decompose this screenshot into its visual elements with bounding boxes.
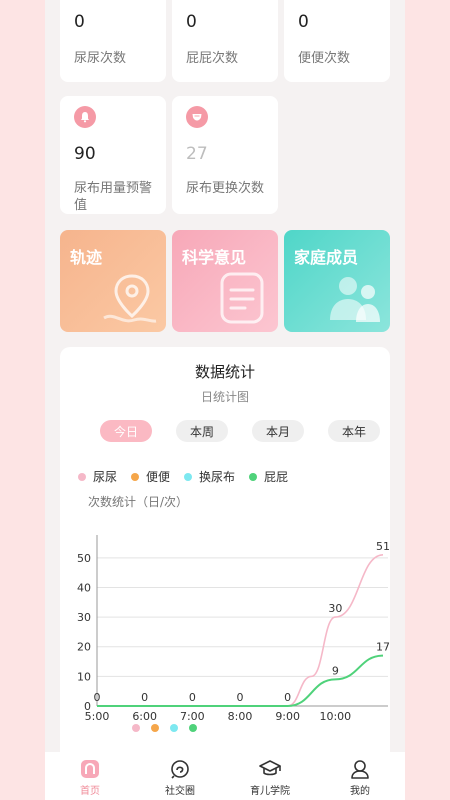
legend-marker-0 [132, 724, 140, 732]
location-pin-icon [103, 274, 157, 323]
poop-count-card[interactable]: 0 便便次数 [284, 0, 390, 82]
x-tick-label-2: 7:00 [180, 710, 205, 723]
line-chart: 010203040505:00 6:00 7:00 8:00 9:00 10:003051… [77, 535, 390, 732]
data-label-1-6: 17 [376, 641, 390, 654]
data-label-1-2: 0 [189, 691, 196, 704]
people-icon [330, 277, 380, 322]
diaper-changes-value: 27 [186, 144, 208, 164]
x-tick-label-3: 8:00 [228, 710, 253, 723]
fart-count-value: 0 [186, 12, 197, 32]
tab-mine[interactable]: 我的 [315, 752, 405, 800]
data-label-1-5: 9 [332, 664, 339, 677]
data-label-1-3: 0 [237, 691, 244, 704]
fart-count-label: 屁屁次数 [186, 51, 239, 66]
fart-count-card[interactable]: 0 屁屁次数 [172, 0, 278, 82]
y-tick-label-30: 30 [77, 611, 91, 624]
tab-label-mine: 我的 [350, 786, 370, 797]
diaper-changes-card[interactable]: 27 尿布更换次数 [172, 96, 278, 214]
data-label-0-6: 30 [328, 602, 342, 615]
tab-home[interactable]: 首页 [45, 752, 135, 800]
x-tick-label-5: 10:00 [319, 710, 351, 723]
feature-title-advice: 科学意见 [182, 248, 247, 267]
social-icon [171, 760, 189, 779]
x-tick-label-1: 6:00 [132, 710, 157, 723]
tab-parenting-academy[interactable]: 育儿学院 [225, 752, 315, 800]
feature-card-advice[interactable]: 科学意见 [172, 230, 278, 332]
legend-marker-2 [170, 724, 178, 732]
y-tick-label-40: 40 [77, 581, 91, 594]
y-tick-label-20: 20 [77, 641, 91, 654]
diaper-warning-label: 尿布用量预警值 [74, 181, 153, 213]
pee-count-value: 0 [74, 12, 85, 32]
legend-marker-3 [189, 724, 197, 732]
data-statistics-panel: 数据统计 日统计图 今日 本周 本月 本年 尿尿 便便 换尿布 屁屁 次数统计（… [60, 347, 390, 767]
poop-count-value: 0 [298, 12, 309, 32]
pee-count-label: 尿尿次数 [74, 51, 127, 66]
x-tick-label-4: 9:00 [275, 710, 300, 723]
data-label-1-1: 0 [141, 691, 148, 704]
tab-label-social: 社交圈 [165, 786, 195, 797]
pee-count-card[interactable]: 0 尿尿次数 [60, 0, 166, 82]
home-page: 0 尿尿次数 0 屁屁次数 0 便便次数 90 尿布用量预警值 27 尿布更换次… [45, 0, 405, 800]
feature-title-family: 家庭成员 [294, 248, 359, 267]
home-icon [81, 760, 99, 778]
data-label-1-4: 0 [284, 691, 291, 704]
document-icon [220, 272, 264, 324]
feature-card-track[interactable]: 轨迹 [60, 230, 166, 332]
graduation-cap-icon [259, 760, 281, 776]
poop-count-label: 便便次数 [298, 51, 351, 66]
y-tick-label-10: 10 [77, 670, 91, 683]
diaper-warning-value: 90 [74, 144, 96, 164]
tab-social[interactable]: 社交圈 [135, 752, 225, 800]
feature-card-family[interactable]: 家庭成员 [284, 230, 390, 332]
x-tick-label-0: 5:00 [85, 710, 110, 723]
diaper-icon [186, 106, 208, 128]
data-label-0-7: 51 [376, 540, 390, 553]
user-icon [351, 760, 369, 779]
bell-icon [74, 106, 96, 128]
series-line-0 [97, 554, 384, 707]
data-label-1-0: 0 [94, 691, 101, 704]
feature-title-track: 轨迹 [70, 248, 103, 267]
tab-label-home: 首页 [80, 786, 100, 797]
y-tick-label-50: 50 [77, 552, 91, 565]
diaper-changes-label: 尿布更换次数 [186, 181, 265, 196]
legend-marker-1 [151, 724, 159, 732]
bottom-tab-bar: 首页 社交圈 育儿学院 我的 [45, 752, 405, 800]
tab-label-parenting-academy: 育儿学院 [250, 786, 290, 797]
diaper-warning-card[interactable]: 90 尿布用量预警值 [60, 96, 166, 214]
